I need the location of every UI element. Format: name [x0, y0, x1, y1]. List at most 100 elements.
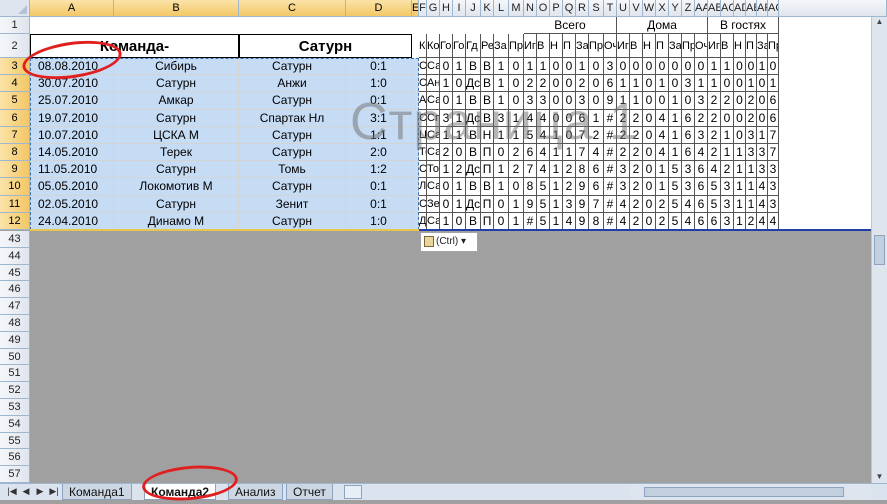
- stat-cell[interactable]: 0: [734, 75, 746, 93]
- stat-cell[interactable]: 0: [494, 195, 509, 213]
- column-header-L[interactable]: L: [494, 0, 509, 17]
- stat-cell[interactable]: 0: [630, 58, 643, 76]
- stat-cell[interactable]: 1: [550, 178, 563, 196]
- cell-date[interactable]: 10.07.2010: [30, 126, 114, 144]
- stat-cell[interactable]: 0: [734, 126, 746, 144]
- stat-cell[interactable]: 3: [695, 92, 708, 110]
- stat-cell[interactable]: 0: [643, 109, 656, 127]
- stat-cell[interactable]: 6: [695, 212, 708, 230]
- stat-cell[interactable]: Са: [427, 58, 440, 76]
- stat-cell[interactable]: 2: [630, 178, 643, 196]
- cell-home-team[interactable]: ЦСКА М: [114, 126, 239, 144]
- stat-cell[interactable]: 0: [440, 178, 453, 196]
- stat-cell[interactable]: П: [481, 212, 494, 230]
- column-header-AA[interactable]: AA: [695, 0, 708, 17]
- cell-score[interactable]: 0:1: [346, 58, 412, 76]
- stat-cell[interactable]: 0: [617, 58, 630, 76]
- stat-cell[interactable]: 0: [721, 75, 734, 93]
- stat-cell[interactable]: 0: [440, 195, 453, 213]
- cell-date[interactable]: 14.05.2010: [30, 144, 114, 162]
- column-header-A[interactable]: A: [30, 0, 114, 17]
- stat-cell[interactable]: Са: [427, 178, 440, 196]
- stat-cell[interactable]: 9: [576, 178, 589, 196]
- stat-cell[interactable]: 4: [682, 212, 695, 230]
- stat-cell[interactable]: 6: [695, 178, 708, 196]
- stat-cell[interactable]: #: [524, 212, 537, 230]
- cell-away-team[interactable]: Сатурн: [239, 58, 346, 76]
- row-header-45[interactable]: 45: [0, 264, 30, 282]
- stat-cell[interactable]: 0: [734, 92, 746, 110]
- stat-cell[interactable]: 5: [669, 178, 682, 196]
- stat-cell[interactable]: 0: [669, 58, 682, 76]
- stat-cell[interactable]: 5: [708, 195, 721, 213]
- column-header-U[interactable]: U: [617, 0, 630, 17]
- column-header-R[interactable]: R: [576, 0, 589, 17]
- stat-cell[interactable]: 1: [669, 109, 682, 127]
- stat-cell[interactable]: 0: [669, 75, 682, 93]
- cell-home-team[interactable]: Локомотив М: [114, 178, 239, 196]
- column-header-Z[interactable]: Z: [682, 0, 695, 17]
- stat-cell[interactable]: 5: [537, 178, 550, 196]
- stat-cell[interactable]: 0: [509, 178, 524, 196]
- column-header-Q[interactable]: Q: [563, 0, 576, 17]
- row-header-56[interactable]: 56: [0, 449, 30, 467]
- row-header-50[interactable]: 50: [0, 348, 30, 366]
- row-header-54[interactable]: 54: [0, 415, 30, 433]
- stat-cell[interactable]: Ди: [419, 212, 427, 230]
- stat-cell[interactable]: 2: [630, 195, 643, 213]
- stat-cell[interactable]: 1: [721, 126, 734, 144]
- stat-cell[interactable]: 2: [746, 109, 757, 127]
- stat-cell[interactable]: 1: [734, 212, 746, 230]
- stat-cell[interactable]: 1: [708, 75, 721, 93]
- row-header-11[interactable]: 11: [0, 195, 30, 213]
- first-sheet-icon[interactable]: |◀: [6, 486, 18, 497]
- stat-cell[interactable]: 1: [669, 144, 682, 162]
- stat-cell[interactable]: 1: [550, 195, 563, 213]
- cell-score[interactable]: 1:0: [346, 75, 412, 93]
- stat-cell[interactable]: 1: [453, 195, 466, 213]
- stat-cell[interactable]: 0: [721, 109, 734, 127]
- stat-cell[interactable]: 2: [656, 195, 669, 213]
- stat-cell[interactable]: #: [604, 178, 617, 196]
- stat-cell[interactable]: 3: [617, 178, 630, 196]
- stat-cell[interactable]: 2: [453, 161, 466, 179]
- stat-cell[interactable]: 0: [643, 144, 656, 162]
- stat-cell[interactable]: 1: [494, 178, 509, 196]
- cell-away-team[interactable]: Сатурн: [239, 92, 346, 110]
- stat-cell[interactable]: 0: [643, 212, 656, 230]
- stat-cell[interactable]: 4: [768, 212, 779, 230]
- stat-cell[interactable]: 3: [746, 126, 757, 144]
- cell-home-team[interactable]: Сибирь: [114, 58, 239, 76]
- cell-empty[interactable]: [412, 212, 419, 230]
- stat-cell[interactable]: 0: [440, 58, 453, 76]
- stat-cell[interactable]: 4: [617, 212, 630, 230]
- row-header-8[interactable]: 8: [0, 144, 30, 162]
- stat-cell[interactable]: 0: [656, 92, 669, 110]
- row-header-2[interactable]: 2: [0, 34, 30, 58]
- cell-home-team[interactable]: Сатурн: [114, 161, 239, 179]
- stat-cell[interactable]: 2: [708, 109, 721, 127]
- stat-cell[interactable]: 1: [734, 144, 746, 162]
- stat-cell[interactable]: 4: [757, 212, 768, 230]
- stat-cell[interactable]: 1: [734, 161, 746, 179]
- column-header-AG[interactable]: AG: [768, 0, 779, 17]
- row-header-52[interactable]: 52: [0, 382, 30, 399]
- stat-cell[interactable]: 1: [440, 75, 453, 93]
- stat-cell[interactable]: 6: [695, 195, 708, 213]
- cell-empty[interactable]: [412, 161, 419, 179]
- cell-date[interactable]: 05.05.2010: [30, 178, 114, 196]
- stat-cell[interactable]: 3: [682, 161, 695, 179]
- cell-away-team[interactable]: Сатурн: [239, 212, 346, 230]
- stat-cell[interactable]: 5: [669, 195, 682, 213]
- stat-cell[interactable]: 1: [537, 58, 550, 76]
- select-all-corner[interactable]: [0, 0, 30, 17]
- cell-empty[interactable]: [412, 75, 419, 93]
- stat-cell[interactable]: 6: [589, 178, 604, 196]
- stat-cell[interactable]: 0: [550, 75, 563, 93]
- column-header-M[interactable]: M: [509, 0, 524, 17]
- stat-cell[interactable]: 2: [563, 178, 576, 196]
- stat-cell[interactable]: 0: [643, 178, 656, 196]
- stat-cell[interactable]: 0: [682, 92, 695, 110]
- stat-cell[interactable]: 1: [524, 58, 537, 76]
- stat-cell[interactable]: 0: [695, 58, 708, 76]
